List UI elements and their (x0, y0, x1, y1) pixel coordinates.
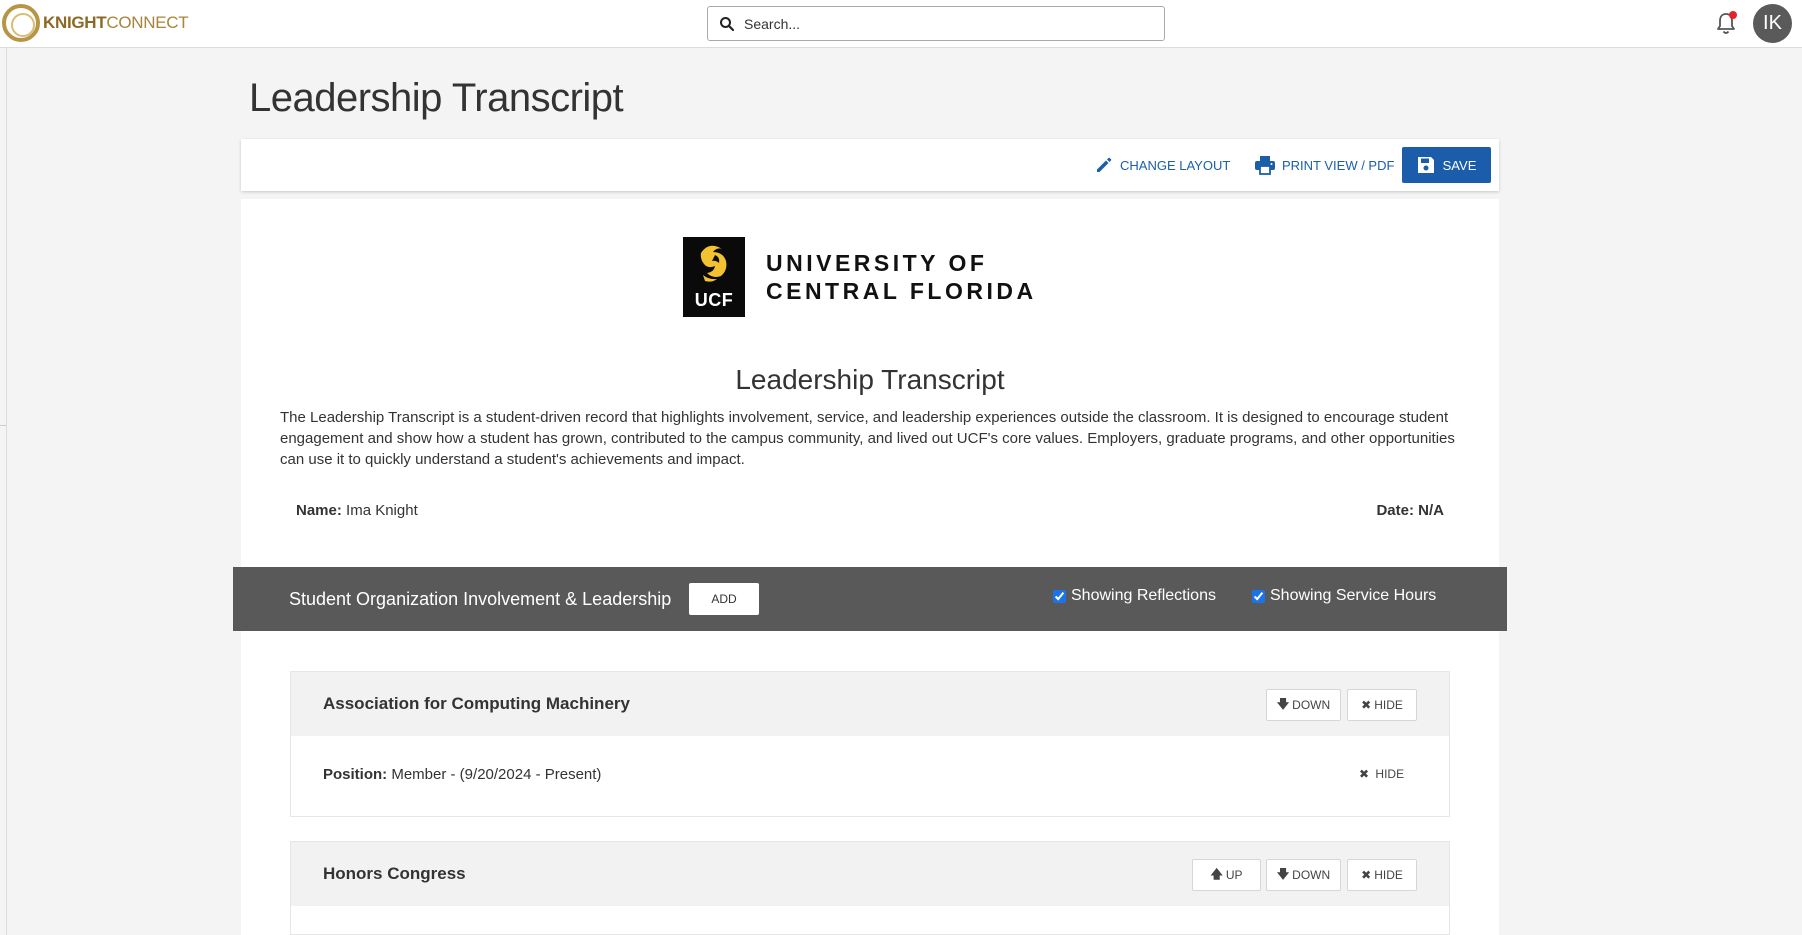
organization-header: Honors Congress 🡅 UP 🡇 DOWN ✖ HIDE (291, 842, 1449, 906)
arrow-down-icon: 🡇 (1276, 696, 1290, 711)
printer-icon (1255, 156, 1275, 175)
transcript-toolbar: CHANGE LAYOUT PRINT VIEW / PDF SAVE (241, 139, 1499, 191)
close-icon: ✖ (1361, 698, 1372, 712)
move-up-button[interactable]: 🡅 UP (1192, 859, 1261, 891)
save-label: SAVE (1442, 157, 1477, 173)
user-avatar[interactable]: IK (1753, 4, 1792, 43)
add-button[interactable]: ADD (689, 583, 759, 615)
student-name: Name: Ima Knight (296, 502, 418, 519)
organization-name: Honors Congress (323, 864, 466, 883)
page-title: Leadership Transcript (249, 76, 624, 120)
logo-text: KNIGHTCONNECT (43, 13, 189, 32)
show-service-hours-checkbox[interactable] (1252, 589, 1265, 603)
move-down-label: DOWN (1292, 868, 1331, 882)
show-reflections-toggle[interactable]: Showing Reflections (1053, 587, 1216, 605)
left-edge-marker (0, 425, 6, 426)
show-reflections-label: Showing Reflections (1071, 587, 1216, 604)
name-value: Ima Knight (346, 502, 418, 519)
search-box[interactable] (707, 6, 1165, 41)
change-layout-button[interactable]: CHANGE LAYOUT (1094, 153, 1230, 177)
show-reflections-checkbox[interactable] (1053, 589, 1066, 603)
left-divider (6, 48, 7, 935)
date-value: N/A (1418, 502, 1444, 519)
hide-organization-button[interactable]: ✖ HIDE (1347, 689, 1417, 721)
section-header: Student Organization Involvement & Leade… (233, 567, 1507, 631)
organization-name: Association for Computing Machinery (323, 694, 630, 713)
organization-header: Association for Computing Machinery 🡇 DO… (291, 672, 1449, 736)
hide-position-label: HIDE (1375, 767, 1405, 781)
date-label: Date: (1376, 502, 1414, 519)
organization-position-row: Position: Member - (9/20/2024 - Present)… (291, 736, 1449, 816)
knightconnect-logo[interactable]: KNIGHTCONNECT (2, 4, 189, 42)
document-title: Leadership Transcript (735, 364, 1005, 395)
show-service-hours-toggle[interactable]: Showing Service Hours (1252, 587, 1436, 605)
hide-position-button[interactable]: ✖ HIDE (1359, 767, 1404, 781)
section-title: Student Organization Involvement & Leade… (289, 589, 672, 609)
search-input[interactable] (744, 15, 1144, 32)
arrow-up-icon: 🡅 (1210, 866, 1223, 881)
close-icon: ✖ (1359, 767, 1370, 781)
move-down-label: DOWN (1292, 698, 1331, 712)
logo-ring-icon (2, 4, 40, 42)
move-down-button[interactable]: 🡇 DOWN (1266, 689, 1341, 721)
university-name: UNIVERSITY OF CENTRAL FLORIDA (766, 250, 1037, 304)
hide-label: HIDE (1374, 868, 1403, 882)
name-label: Name: (296, 502, 342, 519)
close-icon: ✖ (1361, 868, 1372, 882)
show-service-hours-label: Showing Service Hours (1270, 587, 1437, 604)
position-value: Member - (9/20/2024 - Present) (391, 766, 602, 783)
ucf-letters: UCF (694, 290, 734, 310)
floppy-disk-icon (1417, 157, 1434, 173)
search-icon (720, 16, 735, 31)
position-info: Position: Member - (9/20/2024 - Present) (323, 766, 601, 783)
hide-label: HIDE (1374, 698, 1403, 712)
arrow-down-icon: 🡇 (1276, 866, 1290, 881)
hide-organization-button[interactable]: ✖ HIDE (1347, 859, 1417, 891)
move-down-button[interactable]: 🡇 DOWN (1266, 859, 1341, 891)
pencil-icon (1097, 157, 1112, 172)
ucf-pegasus-logo-icon: UCF (683, 237, 745, 317)
organization-entry: Association for Computing Machinery 🡇 DO… (290, 671, 1450, 817)
top-navigation-bar: KNIGHTCONNECT IK (0, 0, 1802, 48)
move-up-label: UP (1225, 868, 1243, 882)
print-view-label: PRINT VIEW / PDF (1282, 157, 1395, 173)
ucf-logo: UCF UNIVERSITY OF CENTRAL FLORIDA (683, 237, 1037, 317)
position-label: Position: (323, 766, 388, 783)
notification-badge (1729, 11, 1737, 19)
print-view-pdf-button[interactable]: PRINT VIEW / PDF (1254, 153, 1394, 177)
change-layout-label: CHANGE LAYOUT (1120, 157, 1231, 173)
document-description: The Leadership Transcript is a student-d… (280, 409, 1455, 468)
save-button[interactable]: SAVE (1402, 147, 1491, 183)
transcript-date: Date: N/A (1376, 502, 1444, 519)
organization-entry: Honors Congress 🡅 UP 🡇 DOWN ✖ HIDE (290, 841, 1450, 935)
